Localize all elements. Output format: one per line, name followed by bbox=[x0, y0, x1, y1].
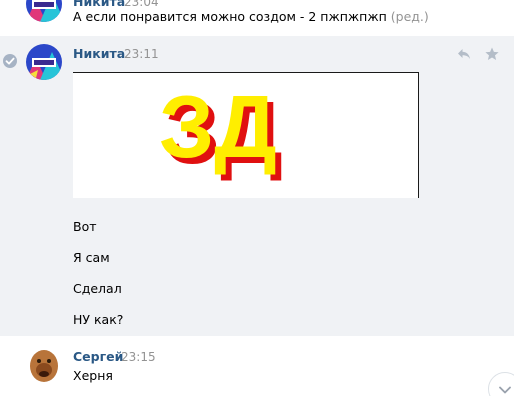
message-time[interactable]: 23:11 bbox=[124, 47, 159, 61]
message-line: Я сам bbox=[73, 250, 110, 265]
message-line: Сделал bbox=[73, 281, 122, 296]
avatar-sergey[interactable] bbox=[26, 346, 62, 382]
message-text-body: А если понравится можно создом - 2 пжпжп… bbox=[73, 9, 387, 24]
message-author[interactable]: Никита bbox=[73, 46, 125, 61]
message-text: А если понравится можно создом - 2 пжпжп… bbox=[73, 9, 429, 24]
reply-icon[interactable] bbox=[456, 46, 472, 62]
avatar-nikita[interactable] bbox=[26, 0, 62, 22]
message-text: Херня bbox=[73, 368, 113, 383]
image-caption: ЗД bbox=[159, 77, 277, 176]
chat-history: Никита 23:04 А если понравится можно соз… bbox=[0, 0, 514, 396]
message-active[interactable]: Никита 23:11 ЗД ЗД Вот Я сам Сделал НУ к… bbox=[0, 36, 514, 336]
message-bottom[interactable]: Сергей 23:15 Херня bbox=[0, 336, 514, 396]
avatar-nikita[interactable] bbox=[26, 44, 62, 80]
image-attachment[interactable]: ЗД ЗД bbox=[73, 72, 419, 198]
message-time[interactable]: 23:15 bbox=[121, 350, 156, 364]
message-line: Вот bbox=[73, 219, 97, 234]
chevron-down-icon bbox=[499, 386, 511, 394]
message-author[interactable]: Никита bbox=[73, 0, 125, 9]
message-author[interactable]: Сергей bbox=[73, 349, 123, 364]
check-circle-icon bbox=[3, 54, 17, 68]
star-icon[interactable] bbox=[484, 46, 500, 62]
message-time[interactable]: 23:04 bbox=[124, 0, 159, 9]
message-line: НУ как? bbox=[73, 312, 124, 327]
message-top: Никита 23:04 А если понравится можно соз… bbox=[0, 0, 514, 36]
edited-label[interactable]: (ред.) bbox=[391, 9, 429, 24]
